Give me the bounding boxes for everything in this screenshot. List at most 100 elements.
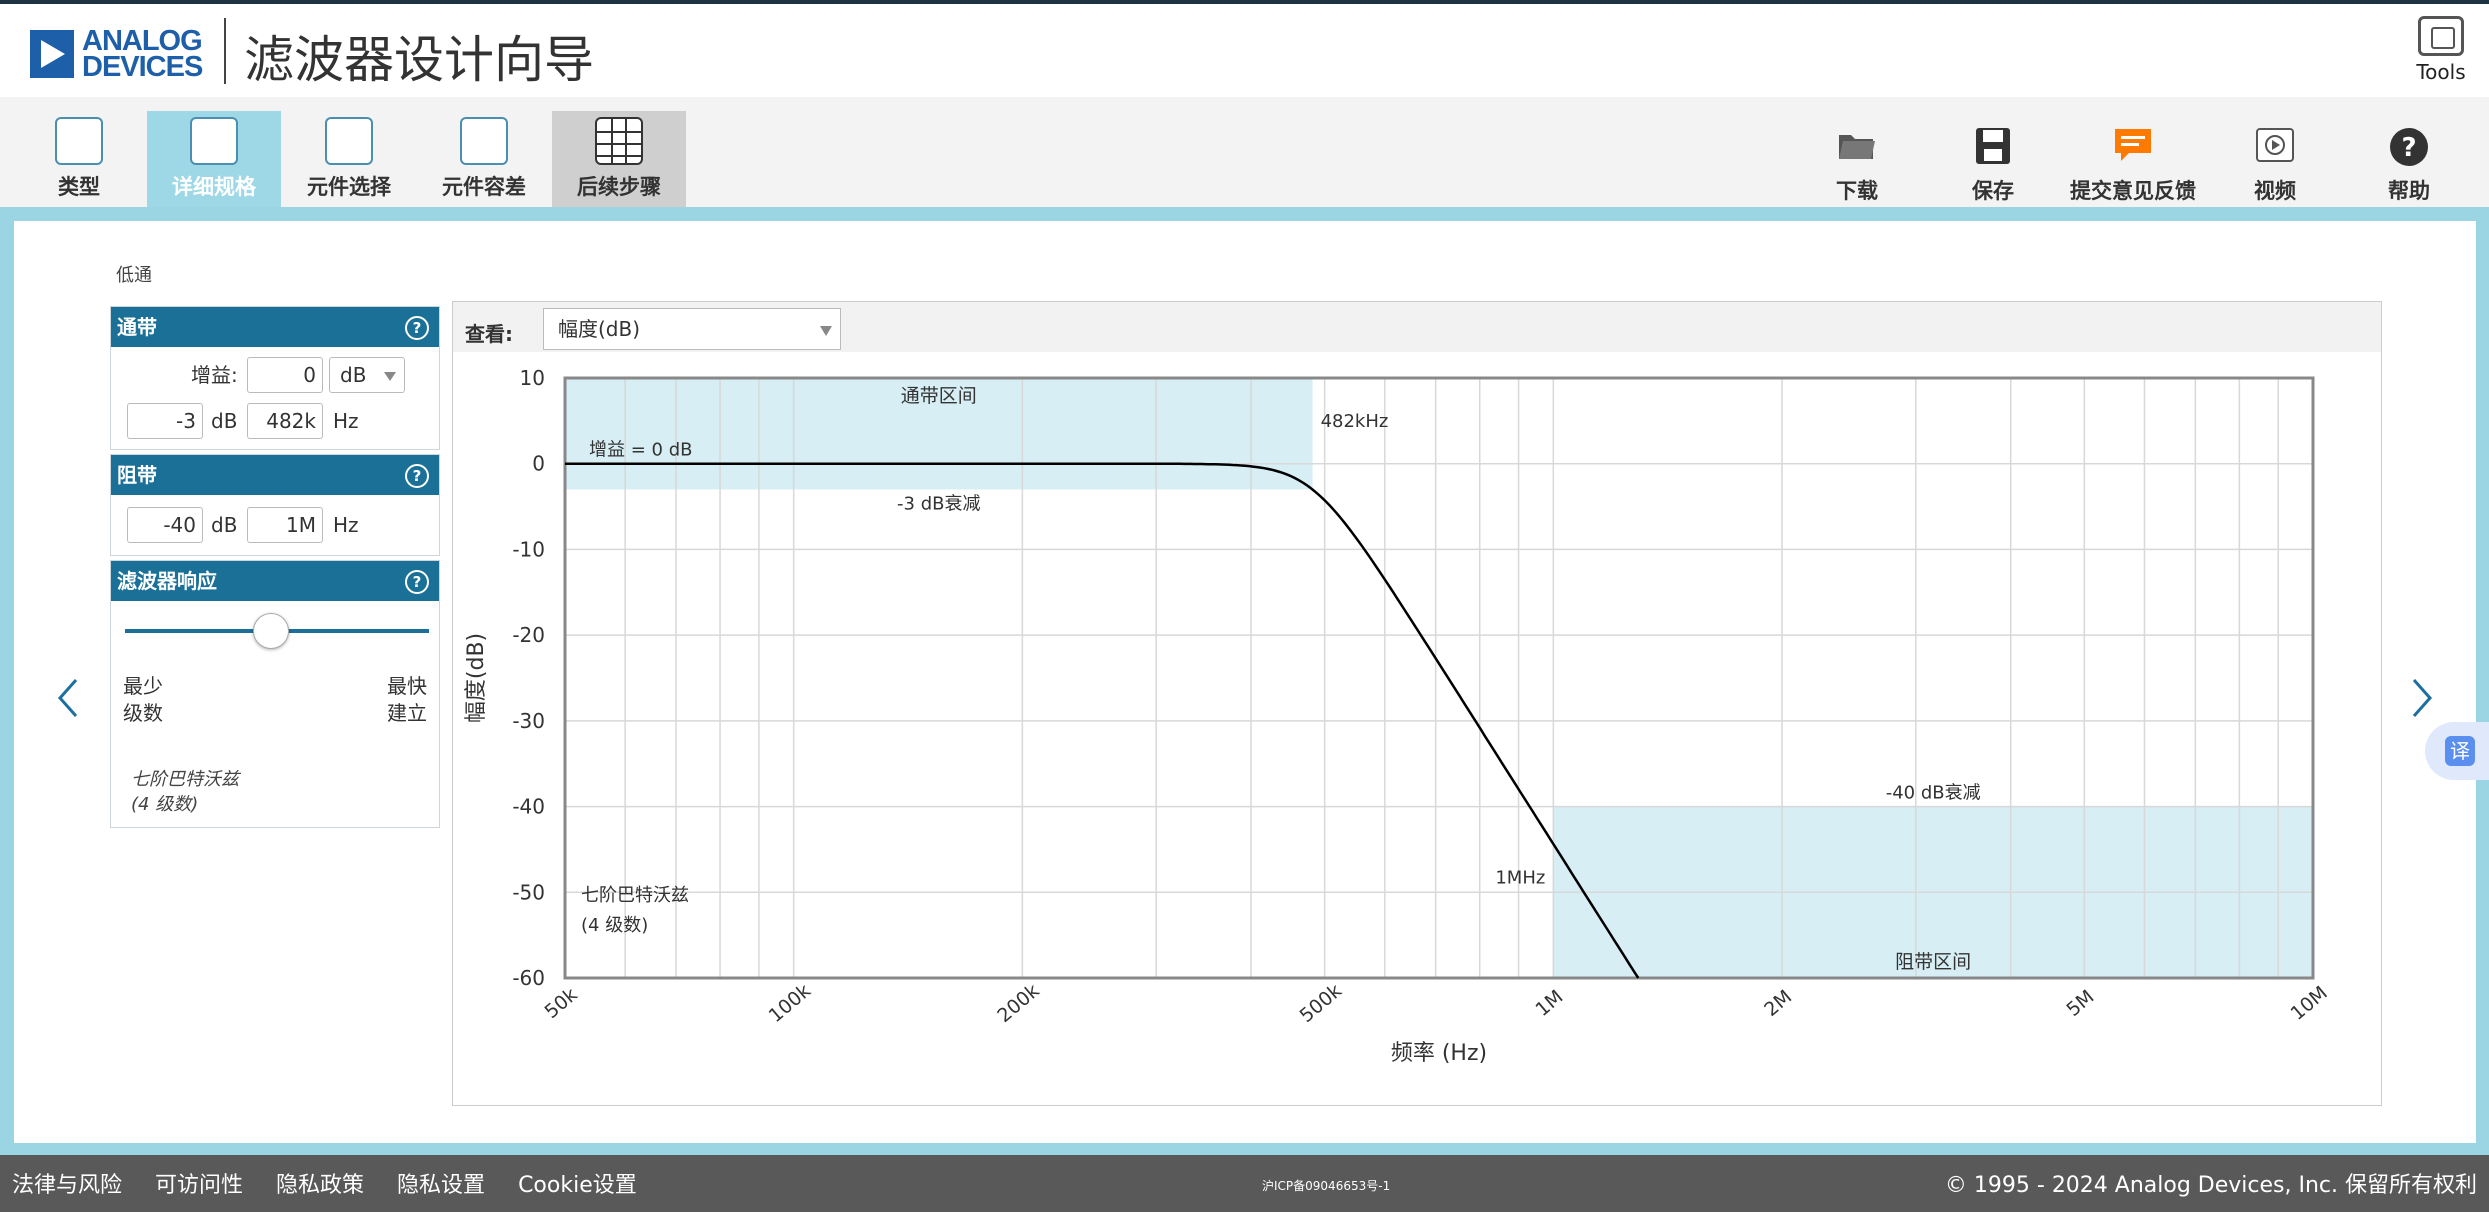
order-annotation-line-1: 七阶巴特沃兹: [581, 885, 689, 906]
x-tick-label: 10M: [2287, 982, 2332, 1025]
tab-label: 后续步骤: [577, 175, 661, 199]
x-tick-label: 1M: [1532, 986, 1568, 1021]
magnitude-chart: 10 0 -10 -20 -30 -40 -50 -6050k 100k 200k 500k 1M 2M…: [464, 366, 2332, 1066]
footer-link-accessibility[interactable]: 可访问性: [155, 1173, 243, 1198]
next-arrow-icon[interactable]: [2410, 665, 2434, 729]
logo-triangle-icon: [30, 30, 74, 78]
icp-license[interactable]: 沪ICP备09046653号-1: [1262, 1177, 1390, 1194]
gain-annotation: 增益 = 0 dB: [589, 440, 692, 461]
filter-summary-line-1: 七阶巴特沃兹: [131, 769, 239, 790]
copyright: © 1995 - 2024 Analog Devices, Inc. 保留所有权…: [1944, 1173, 2477, 1198]
feedback-button[interactable]: 提交意见反馈: [2068, 127, 2198, 205]
gain-input[interactable]: 0: [247, 357, 323, 393]
tools-button[interactable]: Tools: [2411, 16, 2471, 84]
help-circle-icon[interactable]: ?: [405, 464, 429, 488]
wizard-toolbar: 类型 详细规格 元件选择 元件容差 后续步骤 下载 保存 提交意见反馈 视频 ?…: [0, 97, 2489, 207]
passband-atten-input[interactable]: -3: [127, 403, 203, 439]
help-button[interactable]: ? 帮助: [2384, 127, 2434, 205]
logo-text: ANALOG DEVICES: [82, 27, 203, 82]
gain-unit-select[interactable]: dB: [329, 357, 405, 393]
header-divider: [224, 18, 226, 84]
help-circle-icon[interactable]: ?: [405, 570, 429, 594]
order-annotation-line-2: (4 级数): [581, 915, 648, 936]
y-axis-label: 幅度(dB): [464, 633, 489, 723]
view-select[interactable]: 幅度(dB): [543, 308, 841, 350]
passband-section: 通带 ? 增益: 0 dB -3 dB 482k Hz: [110, 306, 440, 450]
tab-label: 元件容差: [442, 175, 526, 199]
app-header: ANALOG DEVICES 滤波器设计向导 Tools: [0, 4, 2489, 97]
page-footer: 法律与风险 可访问性 隐私政策 隐私设置 Cookie设置 沪ICP备09046…: [0, 1155, 2489, 1212]
stopband-atten-annotation: -40 dB衰减: [1886, 783, 1981, 804]
tab-component-tolerance[interactable]: 元件容差: [417, 111, 551, 207]
slider-handle[interactable]: [253, 613, 289, 649]
stopband-region-label: 阻带区间: [1895, 951, 1971, 973]
stopband-freq-annotation: 1MHz: [1495, 868, 1545, 889]
stopband-atten-input[interactable]: -40: [127, 507, 203, 543]
tab-component-selection[interactable]: 元件选择: [282, 111, 416, 207]
spec-sidebar: 通带 ? 增益: 0 dB -3 dB 482k Hz 阻带 ? -40 dB …: [110, 306, 440, 832]
passband-region-label: 通带区间: [901, 385, 977, 407]
help-circle-icon[interactable]: ?: [405, 316, 429, 340]
tab-next-steps[interactable]: 后续步骤: [552, 111, 686, 207]
tools-icon: [2418, 16, 2464, 56]
specifications-icon: [190, 117, 238, 165]
video-button[interactable]: 视频: [2250, 127, 2300, 205]
x-tick-label: 2M: [1760, 986, 1796, 1021]
min-stages-label: 最少 级数: [123, 673, 163, 727]
translate-icon: 译: [2445, 736, 2475, 766]
stopband-atten-unit: dB: [211, 513, 238, 537]
y-tick-label: -10: [512, 537, 545, 561]
min-stages-line-2: 级数: [123, 701, 163, 725]
stopband-title: 阻带: [117, 463, 157, 487]
tab-label: 类型: [58, 175, 100, 199]
save-label: 保存: [1972, 179, 2014, 203]
y-tick-label: -40: [512, 795, 545, 819]
tab-label: 元件选择: [307, 175, 391, 199]
passband-freq-unit: Hz: [333, 409, 359, 433]
passband-freq-input[interactable]: 482k: [247, 403, 323, 439]
folder-icon: [1832, 127, 1882, 167]
stopband-freq-unit: Hz: [333, 513, 359, 537]
stopband-freq-input[interactable]: 1M: [247, 507, 323, 543]
previous-arrow-icon[interactable]: [56, 665, 80, 729]
stopband-header: 阻带 ?: [111, 455, 439, 495]
footer-link-legal[interactable]: 法律与风险: [12, 1173, 122, 1198]
analog-devices-logo[interactable]: ANALOG DEVICES: [30, 27, 203, 82]
floppy-disk-icon: [1968, 127, 2018, 167]
y-tick-label: -30: [512, 709, 545, 733]
translate-button[interactable]: 译: [2425, 722, 2489, 780]
tab-specifications[interactable]: 详细规格: [147, 111, 281, 207]
x-tick-label: 5M: [2062, 986, 2098, 1021]
view-label: 查看:: [465, 322, 513, 346]
fastest-settling-line-1: 最快: [387, 674, 427, 698]
feedback-icon: [2068, 127, 2198, 167]
y-tick-label: -20: [512, 623, 545, 647]
view-bar: 查看: 幅度(dB): [453, 302, 2381, 352]
save-button[interactable]: 保存: [1968, 127, 2018, 205]
download-button[interactable]: 下载: [1832, 127, 1882, 205]
passband-title: 通带: [117, 315, 157, 339]
video-label: 视频: [2254, 179, 2296, 203]
chart-panel: 查看: 幅度(dB) 10 0 -10 -20 -30 -40 -50 -60 50k 100k 2…: [452, 301, 2382, 1106]
footer-link-privacy-policy[interactable]: 隐私政策: [276, 1173, 364, 1198]
app-title: 滤波器设计向导: [244, 31, 594, 89]
response-title: 滤波器响应: [117, 569, 217, 593]
x-tick-label: 500k: [1296, 980, 1346, 1027]
passband-atten-unit: dB: [211, 409, 238, 433]
next-steps-icon: [595, 117, 643, 165]
footer-link-privacy-settings[interactable]: 隐私设置: [397, 1173, 485, 1198]
tools-label: Tools: [2416, 60, 2466, 84]
fastest-settling-label: 最快 建立: [387, 673, 427, 727]
svg-text:?: ?: [2401, 133, 2416, 163]
response-slider[interactable]: [111, 601, 439, 661]
filter-kind-label: 低通: [116, 265, 152, 286]
footer-link-cookie-settings[interactable]: Cookie设置: [518, 1173, 637, 1198]
y-tick-label: 10: [520, 366, 545, 390]
filter-summary: 七阶巴特沃兹 (4 级数): [131, 767, 239, 817]
footer-links: 法律与风险 可访问性 隐私政策 隐私设置 Cookie设置: [12, 1167, 663, 1199]
tab-filter-type[interactable]: 类型: [12, 111, 146, 207]
feedback-label: 提交意见反馈: [2070, 179, 2196, 203]
y-tick-label: 0: [532, 452, 545, 476]
video-icon: [2250, 127, 2300, 167]
filter-summary-line-2: (4 级数): [131, 794, 199, 815]
